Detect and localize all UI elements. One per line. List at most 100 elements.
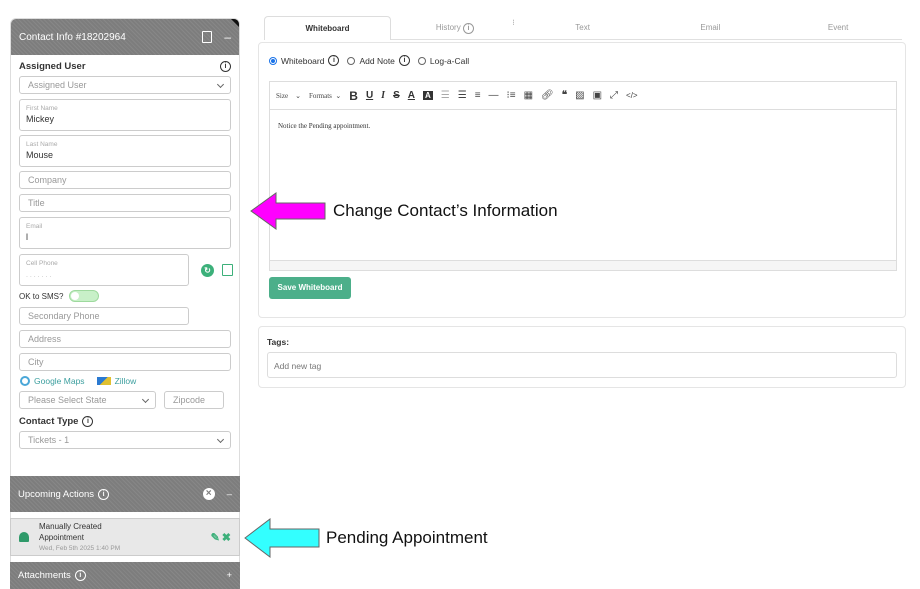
add-attachment-icon[interactable]: + [226, 570, 232, 581]
google-maps-icon[interactable] [20, 376, 30, 386]
contact-type-value: Tickets - 1 [28, 435, 70, 445]
indent-icon[interactable]: ☰ [458, 90, 467, 101]
radio-dot[interactable] [269, 56, 277, 65]
underline-icon[interactable]: U [366, 90, 373, 101]
fullscreen-icon[interactable]: ⤢ [610, 90, 618, 101]
radio-dot[interactable] [347, 56, 356, 65]
sms-toggle[interactable] [69, 290, 100, 302]
tab-whiteboard[interactable]: Whiteboard [264, 16, 391, 40]
radio-add-note-label: Add Note [359, 55, 395, 66]
info-icon[interactable]: i [398, 55, 410, 66]
info-icon[interactable]: i [328, 55, 340, 66]
bold-icon[interactable]: B [349, 89, 358, 103]
tags-placeholder: Add new tag [274, 361, 322, 371]
contact-type-select[interactable]: Tickets - 1 [19, 431, 231, 449]
tab-text-label: Text [575, 23, 590, 32]
size-label: Size [276, 91, 289, 100]
title-field[interactable]: Title [19, 194, 231, 212]
assigned-user-label-row: Assigned User i [11, 61, 239, 72]
address-field[interactable]: Address [19, 330, 231, 348]
editor-body[interactable]: Notice the Pending appointment. [269, 109, 897, 261]
zillow-link[interactable]: Zillow [115, 376, 137, 386]
size-dropdown[interactable]: Size ⌄ [276, 92, 301, 100]
copy-icon[interactable] [202, 31, 213, 43]
italic-icon[interactable]: I [381, 90, 385, 101]
sms-label: OK to SMS? [19, 291, 64, 301]
bg-color-icon[interactable]: A [422, 91, 433, 100]
zipcode-field[interactable]: Zipcode [164, 391, 224, 409]
edit-icon[interactable]: ✎ [211, 531, 220, 544]
appointment-title-1: Manually Created [39, 521, 102, 531]
outdent-icon[interactable]: ☰ [441, 90, 450, 101]
email-field[interactable]: Email l [19, 217, 231, 249]
cell-phone-field[interactable]: Cell Phone . . . . . . . [19, 254, 189, 286]
radio-whiteboard-label: Whiteboard [281, 55, 325, 66]
collapse-icon[interactable]: – [227, 489, 232, 500]
quote-icon[interactable]: ❝ [562, 90, 567, 101]
state-select[interactable]: Please Select State [19, 391, 156, 409]
note-type-radios: Whiteboard i Add Note i Log-a-Call [269, 55, 477, 66]
tags-input[interactable]: Add new tag [267, 352, 897, 378]
radio-log-call-label: Log-a-Call [429, 55, 470, 66]
tab-text[interactable]: Text [518, 16, 647, 40]
first-name-field[interactable]: First Name Mickey [19, 99, 231, 131]
assigned-user-select[interactable]: Assigned User [19, 76, 231, 94]
appointment-title-2: Appointment [39, 532, 84, 542]
tab-event[interactable]: Event [774, 16, 902, 40]
image-icon[interactable]: ▨ [575, 90, 584, 101]
upcoming-actions-title: Upcoming Actions [18, 488, 95, 500]
delete-icon[interactable]: ✖ [222, 531, 231, 544]
last-name-value: Mouse [26, 150, 54, 160]
whiteboard-editor: Whiteboard i Add Note i Log-a-Call Size ⌄ … [258, 42, 906, 318]
attachments-title: Attachments [18, 570, 71, 581]
info-icon[interactable]: i [82, 416, 94, 427]
info-icon[interactable]: i [220, 61, 231, 72]
edit-note-icon[interactable] [222, 264, 233, 276]
call-icon[interactable]: ↻ [201, 263, 214, 277]
align-icon[interactable]: ≡ [475, 90, 481, 101]
email-value: l [26, 232, 28, 242]
close-circle-icon[interactable]: × [202, 488, 215, 500]
info-icon[interactable]: i [98, 488, 110, 500]
city-field[interactable]: City [19, 353, 231, 371]
editor-resize-bar[interactable] [269, 261, 897, 271]
video-icon[interactable]: ▣ [593, 90, 602, 101]
collapse-icon[interactable]: – [224, 30, 231, 44]
radio-log-call[interactable]: Log-a-Call [417, 55, 470, 66]
assigned-user-value: Assigned User [28, 80, 87, 90]
appointment-item[interactable]: Manually Created Appointment Wed, Feb 5t… [10, 518, 240, 556]
tab-email[interactable]: Email [646, 16, 775, 40]
zipcode-placeholder: Zipcode [173, 395, 206, 405]
tab-email-label: Email [700, 23, 721, 32]
horizontal-rule-icon[interactable]: — [489, 90, 499, 101]
formats-dropdown[interactable]: Formats ⌄ [309, 92, 341, 100]
radio-whiteboard[interactable]: Whiteboard i [269, 55, 340, 66]
info-icon[interactable]: i [462, 23, 474, 34]
zillow-icon[interactable] [96, 377, 111, 385]
google-maps-link[interactable]: Google Maps [34, 376, 85, 386]
strikethrough-icon[interactable]: S [393, 90, 400, 101]
contact-panel-header: Contact Info #18202964 – [11, 19, 239, 55]
grip-icon: ⁝ [512, 18, 515, 27]
main-tabs: Whiteboard History i ⁝ Text Email Event [264, 16, 902, 40]
link-icon[interactable]: 🔗︎ [541, 90, 554, 101]
table-icon[interactable]: ▦ [524, 90, 533, 101]
last-name-label: Last Name [26, 141, 58, 148]
tab-event-label: Event [827, 23, 849, 32]
info-icon[interactable]: i [74, 570, 86, 581]
last-name-field[interactable]: Last Name Mouse [19, 135, 231, 167]
save-whiteboard-button[interactable]: Save Whiteboard [269, 277, 351, 299]
bell-icon [19, 532, 29, 542]
radio-add-note[interactable]: Add Note i [347, 55, 410, 66]
tab-history-label: History [435, 23, 461, 32]
secondary-phone-field[interactable]: Secondary Phone [19, 307, 189, 325]
radio-dot[interactable] [417, 56, 426, 65]
code-icon[interactable]: </> [626, 91, 638, 100]
text-color-icon[interactable]: A [408, 90, 415, 101]
editor-toolbar: Size ⌄ Formats ⌄ B U I S A A ☰ ☰ ≡ — ⁝≡ … [269, 81, 897, 109]
first-name-value: Mickey [26, 114, 55, 124]
appointment-date: Wed, Feb 5th 2025 1:40 PM [39, 544, 121, 552]
company-field[interactable]: Company [19, 171, 231, 189]
list-icon[interactable]: ⁝≡ [507, 90, 516, 101]
tab-history[interactable]: History i ⁝ [391, 16, 519, 40]
